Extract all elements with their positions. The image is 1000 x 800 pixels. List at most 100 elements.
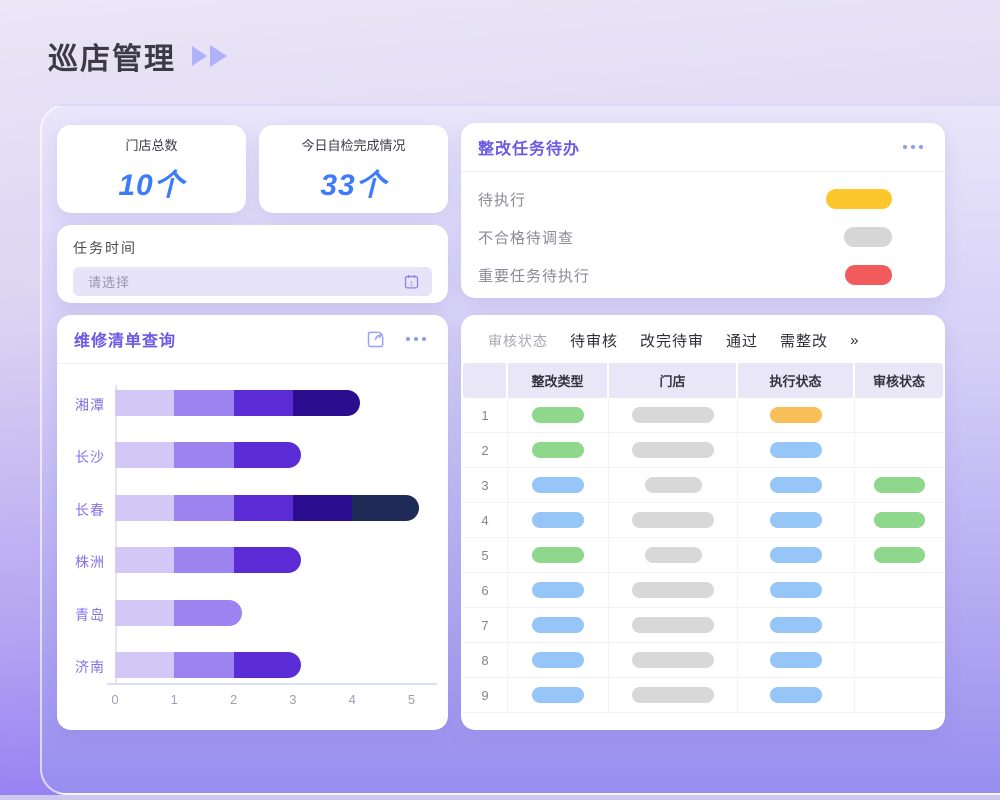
export-share-icon[interactable] [366, 329, 386, 349]
ellipsis-menu-icon[interactable] [903, 145, 923, 149]
review-status-cell [855, 398, 943, 432]
date-placeholder: 请选择 [88, 272, 403, 291]
status-pill [770, 547, 822, 563]
chart-bar-segment [234, 547, 301, 573]
stat-label: 门店总数 [125, 135, 177, 154]
store-cell [609, 503, 738, 537]
chart-bar-segment [115, 390, 174, 416]
tabs-more-chevron[interactable]: » [850, 332, 858, 349]
status-pill [632, 582, 714, 598]
repair-card-header: 维修清单查询 [57, 315, 448, 364]
table-row[interactable]: 6 [463, 573, 943, 608]
chart-bar-segment [234, 390, 293, 416]
chart-bar-row[interactable] [115, 547, 301, 573]
status-pill [632, 407, 714, 423]
table-row[interactable]: 7 [463, 608, 943, 643]
calendar-icon[interactable]: 1 [403, 273, 420, 290]
chart-category-label: 济南 [57, 657, 105, 677]
chart-x-tick-label: 5 [400, 692, 424, 707]
review-status-cell [855, 573, 943, 607]
status-pill [532, 512, 584, 528]
chart-bar-segment [174, 600, 241, 626]
chart-bar-segment [174, 390, 233, 416]
status-pill [770, 512, 822, 528]
todo-item-label: 待执行 [478, 189, 826, 210]
status-pill [770, 652, 822, 668]
chart-bar-segment [115, 495, 174, 521]
todo-count-pill [844, 227, 892, 247]
status-pill [874, 547, 925, 563]
rectify-type-cell [508, 468, 609, 502]
review-status-cell [855, 678, 943, 712]
status-pill [532, 652, 584, 668]
table-row[interactable]: 9 [463, 678, 943, 713]
rectify-type-cell [508, 398, 609, 432]
review-status-cell [855, 608, 943, 642]
review-filter-label: 审核状态 [488, 331, 548, 351]
row-index-cell: 6 [463, 573, 508, 607]
task-time-card: 任务时间 请选择 1 [57, 225, 448, 303]
table-row[interactable]: 5 [463, 538, 943, 573]
review-table-header: 整改类型 门店 执行状态 审核状态 [463, 363, 943, 398]
chart-bar-segment [234, 495, 293, 521]
row-index-cell: 2 [463, 433, 508, 467]
bottom-strip [0, 795, 1000, 800]
chart-category-label: 青岛 [57, 605, 105, 625]
exec-status-cell [738, 433, 855, 467]
svg-text:1: 1 [410, 280, 414, 287]
row-index-cell: 8 [463, 643, 508, 677]
todo-item[interactable]: 重要任务待执行 [461, 256, 945, 294]
ellipsis-menu-icon[interactable] [406, 337, 426, 341]
todo-card-title: 整改任务待办 [478, 135, 580, 159]
rectify-type-cell [508, 538, 609, 572]
review-tabs-row: 审核状态 待审核 改完待审 通过 需整改 » [461, 315, 945, 351]
table-row[interactable]: 8 [463, 643, 943, 678]
store-cell [609, 573, 738, 607]
status-pill [770, 617, 822, 633]
table-row[interactable]: 4 [463, 503, 943, 538]
todo-item-label: 重要任务待执行 [478, 265, 845, 286]
chart-bar-row[interactable] [115, 652, 301, 678]
chart-category-label: 长沙 [57, 447, 105, 467]
todo-item[interactable]: 不合格待调查 [461, 218, 945, 256]
store-cell [609, 433, 738, 467]
table-row[interactable]: 2 [463, 433, 943, 468]
table-row[interactable]: 3 [463, 468, 943, 503]
chart-bar-row[interactable] [115, 390, 360, 416]
review-table: 整改类型 门店 执行状态 审核状态 123456789 [463, 363, 943, 713]
chart-bar-segment [115, 600, 174, 626]
chart-bar-row[interactable] [115, 442, 301, 468]
tab-pending-review[interactable]: 待审核 [570, 330, 618, 351]
chart-bar-segment [115, 547, 174, 573]
chart-bar-row[interactable] [115, 495, 419, 521]
store-cell [609, 678, 738, 712]
todo-item[interactable]: 待执行 [461, 180, 945, 218]
date-picker-input[interactable]: 请选择 1 [73, 267, 432, 296]
store-cell [609, 608, 738, 642]
row-index-cell: 9 [463, 678, 508, 712]
todo-count-pill [845, 265, 892, 285]
chart-bar-row[interactable] [115, 600, 242, 626]
chart-bar-segment [234, 652, 301, 678]
tab-passed[interactable]: 通过 [726, 330, 758, 351]
row-index-cell: 3 [463, 468, 508, 502]
repair-list-card: 维修清单查询 湘潭长沙长春株洲青岛济南012345 [57, 315, 448, 730]
rectify-type-cell [508, 608, 609, 642]
store-cell [609, 643, 738, 677]
tab-fixed-awaiting[interactable]: 改完待审 [640, 330, 704, 351]
todo-count-pill [826, 189, 892, 209]
col-header-index [463, 363, 508, 398]
chart-bar-segment [115, 652, 174, 678]
status-pill [770, 477, 822, 493]
status-pill [532, 407, 584, 423]
chart-category-label: 湘潭 [57, 395, 105, 415]
table-row[interactable]: 1 [463, 398, 943, 433]
review-status-cell [855, 643, 943, 677]
status-pill [770, 582, 822, 598]
exec-status-cell [738, 398, 855, 432]
chart-y-axis-line [115, 385, 117, 685]
tab-needs-rectify[interactable]: 需整改 [780, 330, 828, 351]
status-pill [770, 687, 822, 703]
status-pill [532, 442, 584, 458]
exec-status-cell [738, 573, 855, 607]
